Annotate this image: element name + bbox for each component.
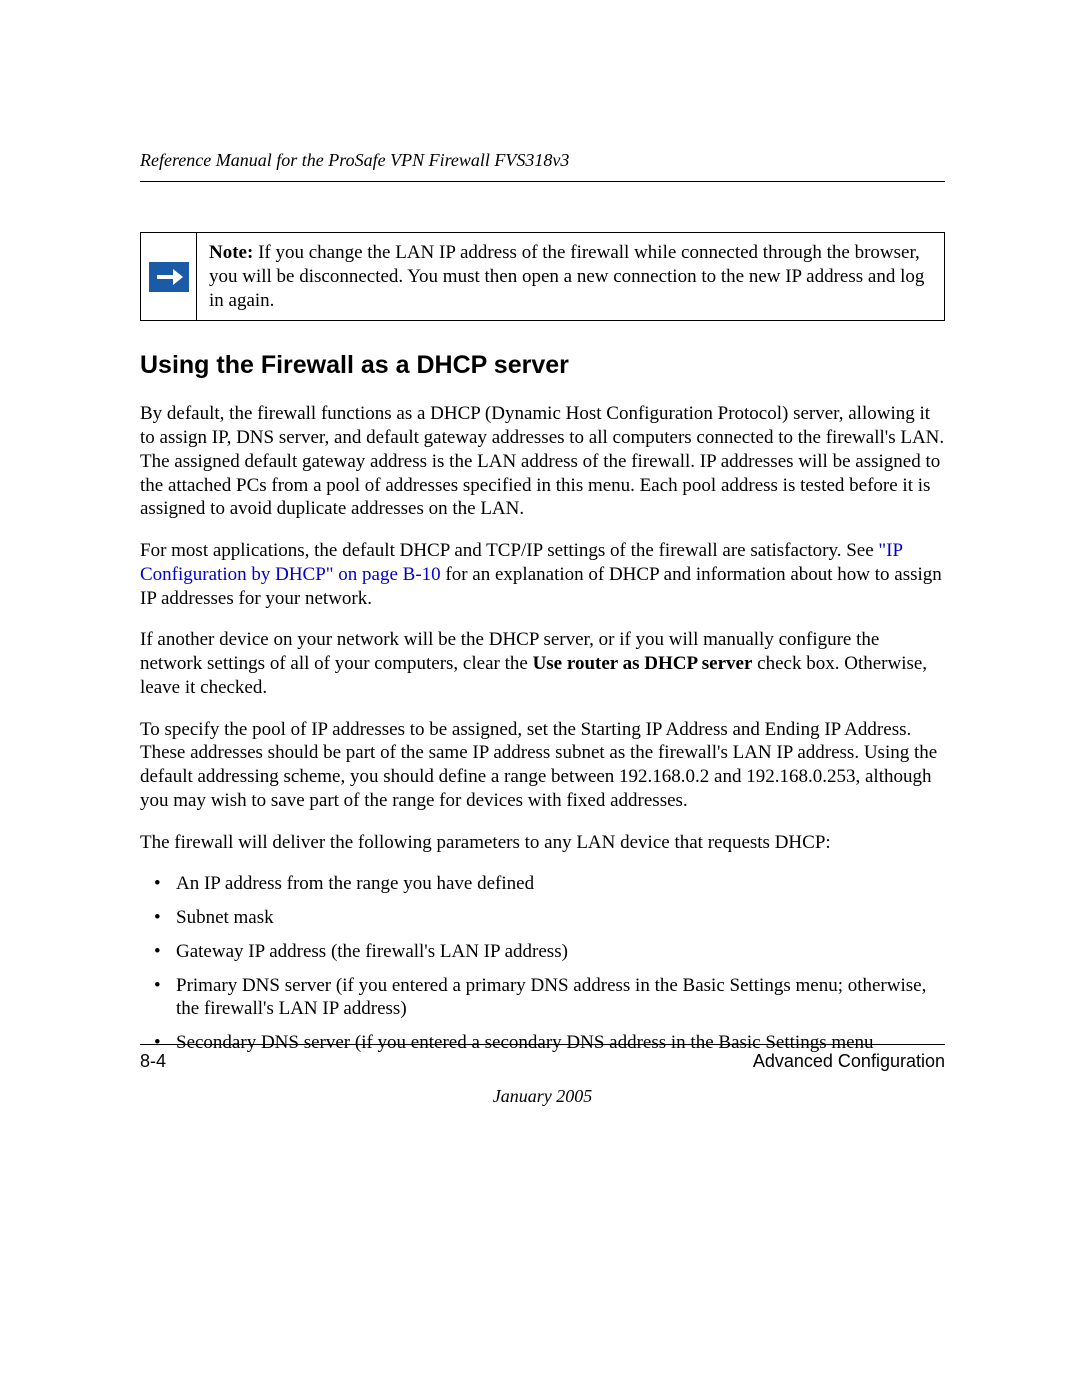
- p3-bold: Use router as DHCP server: [533, 653, 753, 674]
- list-item: Gateway IP address (the firewall's LAN I…: [140, 940, 945, 964]
- list-item: Primary DNS server (if you entered a pri…: [140, 974, 945, 1022]
- footer-row: 8-4 Advanced Configuration: [140, 1051, 945, 1072]
- section-heading: Using the Firewall as a DHCP server: [140, 351, 945, 380]
- footer-section-name: Advanced Configuration: [753, 1051, 945, 1072]
- note-icon-cell: [141, 233, 196, 320]
- page-number: 8-4: [140, 1051, 166, 1072]
- note-text: Note: If you change the LAN IP address o…: [196, 233, 944, 320]
- list-item: An IP address from the range you have de…: [140, 872, 945, 896]
- paragraph-4: To specify the pool of IP addresses to b…: [140, 718, 945, 813]
- note-label: Note:: [209, 242, 253, 263]
- page-footer: 8-4 Advanced Configuration January 2005: [140, 1044, 945, 1107]
- paragraph-1: By default, the firewall functions as a …: [140, 402, 945, 521]
- paragraph-3: If another device on your network will b…: [140, 628, 945, 699]
- p2-pre: For most applications, the default DHCP …: [140, 540, 878, 561]
- list-item: Subnet mask: [140, 906, 945, 930]
- bullet-list: An IP address from the range you have de…: [140, 872, 945, 1055]
- header-rule: [140, 181, 945, 182]
- running-header: Reference Manual for the ProSafe VPN Fir…: [140, 150, 945, 171]
- footer-rule: [140, 1044, 945, 1045]
- note-box: Note: If you change the LAN IP address o…: [140, 232, 945, 321]
- paragraph-2: For most applications, the default DHCP …: [140, 539, 945, 610]
- page-content: Reference Manual for the ProSafe VPN Fir…: [0, 0, 1080, 1055]
- note-body: If you change the LAN IP address of the …: [209, 242, 924, 311]
- arrow-right-icon: [149, 262, 189, 292]
- paragraph-5: The firewall will deliver the following …: [140, 831, 945, 855]
- footer-date: January 2005: [140, 1086, 945, 1107]
